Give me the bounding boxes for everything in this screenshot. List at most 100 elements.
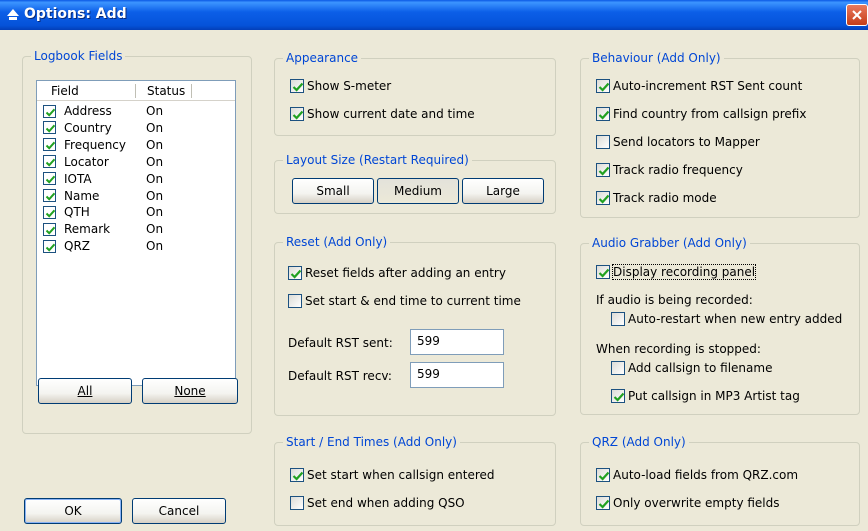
field-value: 599 xyxy=(417,367,440,381)
checkbox-label: Display recording panel xyxy=(611,264,757,280)
start-end-group: Start / End Times (Add Only) xyxy=(274,435,556,526)
title-bar[interactable]: Options: Add xyxy=(0,0,868,30)
checkbox-label: Put callsign in MP3 Artist tag xyxy=(628,389,800,403)
column-separator xyxy=(191,84,192,98)
auto-increment-checkbox[interactable]: Auto-increment RST Sent count xyxy=(596,79,802,93)
check-icon xyxy=(598,471,610,481)
list-item[interactable]: Address On xyxy=(43,103,233,119)
check-icon xyxy=(45,209,56,218)
qrz-group: QRZ (Add Only) xyxy=(580,435,860,526)
ok-button[interactable]: OK xyxy=(24,498,122,524)
row-checkbox[interactable] xyxy=(43,155,56,169)
check-icon xyxy=(598,268,610,278)
track-frequency-checkbox[interactable]: Track radio frequency xyxy=(596,163,743,177)
checkbox-box xyxy=(596,79,610,93)
field-name: Address xyxy=(64,104,112,118)
check-icon xyxy=(292,110,304,120)
field-name: QRZ xyxy=(64,239,91,254)
all-label: All xyxy=(77,384,93,398)
cancel-button[interactable]: Cancel xyxy=(132,498,226,524)
auto-restart-checkbox[interactable]: Auto-restart when new entry added xyxy=(611,312,842,326)
overwrite-empty-checkbox[interactable]: Only overwrite empty fields xyxy=(596,496,780,510)
group-title: Start / End Times (Add Only) xyxy=(283,435,460,449)
find-country-checkbox[interactable]: Find country from callsign prefix xyxy=(596,107,806,121)
button-label: Medium xyxy=(394,184,442,198)
layout-medium-button[interactable]: Medium xyxy=(377,178,459,204)
row-checkbox[interactable] xyxy=(43,222,56,236)
none-label: None xyxy=(174,384,206,398)
layout-large-button[interactable]: Large xyxy=(462,178,544,204)
check-icon xyxy=(292,82,304,92)
row-checkbox[interactable] xyxy=(43,172,56,186)
checkbox-box xyxy=(611,389,625,403)
row-checkbox[interactable] xyxy=(43,239,56,253)
group-title: Logbook Fields xyxy=(31,49,126,63)
rst-recv-label: Default RST recv: xyxy=(288,369,392,383)
checkbox-box xyxy=(290,107,304,121)
row-checkbox[interactable] xyxy=(43,189,56,202)
checkbox-label: Show S-meter xyxy=(307,79,392,93)
list-item[interactable]: Remark On xyxy=(43,221,233,237)
button-label: Small xyxy=(316,184,350,198)
field-status: On xyxy=(146,205,164,220)
auto-load-qrz-checkbox[interactable]: Auto-load fields from QRZ.com xyxy=(596,468,798,482)
checkbox-label: Track radio frequency xyxy=(613,163,743,177)
none-button[interactable]: None xyxy=(142,378,238,404)
reset-fields-checkbox[interactable]: Reset fields after adding an entry xyxy=(288,266,506,280)
field-name: Remark xyxy=(64,222,111,237)
list-header: Field Status xyxy=(37,81,235,101)
add-callsign-filename-checkbox[interactable]: Add callsign to filename xyxy=(611,361,772,375)
checkbox-box xyxy=(290,496,304,510)
logbook-fields-list[interactable]: Field Status Address On Country On Frequency… xyxy=(36,80,236,386)
checkbox-label: Set start when callsign entered xyxy=(307,468,495,482)
when-stopped-label: When recording is stopped: xyxy=(596,342,761,356)
field-status: On xyxy=(146,239,164,254)
display-recording-panel-checkbox[interactable]: Display recording panel xyxy=(596,264,757,280)
checkbox-box xyxy=(596,265,610,279)
field-value: 599 xyxy=(417,334,440,348)
column-header-status[interactable]: Status xyxy=(147,84,185,98)
row-checkbox[interactable] xyxy=(43,121,56,135)
checkbox-label: Find country from callsign prefix xyxy=(613,107,807,121)
checkbox-box xyxy=(611,361,625,375)
appearance-group: Appearance xyxy=(274,51,556,136)
check-icon xyxy=(290,269,302,279)
list-item[interactable]: Name On xyxy=(43,188,233,204)
layout-small-button[interactable]: Small xyxy=(292,178,374,204)
rst-sent-field[interactable]: 599 xyxy=(410,329,504,355)
checkbox-box xyxy=(596,135,610,149)
list-item[interactable]: IOTA On xyxy=(43,171,233,187)
track-mode-checkbox[interactable]: Track radio mode xyxy=(596,191,717,205)
row-checkbox[interactable] xyxy=(43,104,56,118)
checkbox-label: Add callsign to filename xyxy=(628,361,773,375)
list-item[interactable]: Frequency On xyxy=(43,137,233,153)
row-checkbox[interactable] xyxy=(43,138,56,152)
list-item[interactable]: Country On xyxy=(43,120,233,136)
set-start-end-checkbox[interactable]: Set start & end time to current time xyxy=(288,294,521,308)
rst-recv-field[interactable]: 599 xyxy=(410,362,504,388)
list-item[interactable]: Locator On xyxy=(43,154,233,170)
close-button[interactable] xyxy=(846,4,868,26)
check-icon xyxy=(45,243,56,252)
check-icon xyxy=(598,82,610,92)
show-datetime-checkbox[interactable]: Show current date and time xyxy=(290,107,475,121)
check-icon xyxy=(45,141,56,150)
row-checkbox[interactable] xyxy=(43,205,56,219)
put-callsign-mp3-checkbox[interactable]: Put callsign in MP3 Artist tag xyxy=(611,389,800,403)
checkbox-label: Track radio mode xyxy=(613,191,717,205)
checkbox-box xyxy=(611,312,625,326)
group-title: Behaviour (Add Only) xyxy=(589,51,724,65)
set-end-checkbox[interactable]: Set end when adding QSO xyxy=(290,496,465,510)
field-status: On xyxy=(146,222,164,237)
all-button[interactable]: All xyxy=(38,378,132,404)
checkbox-label: Auto-restart when new entry added xyxy=(628,312,843,326)
list-item[interactable]: QRZ On xyxy=(43,238,233,254)
send-locators-checkbox[interactable]: Send locators to Mapper xyxy=(596,135,760,149)
set-start-checkbox[interactable]: Set start when callsign entered xyxy=(290,468,495,482)
checkbox-label: Reset fields after adding an entry xyxy=(305,266,506,280)
list-item[interactable]: QTH On xyxy=(43,204,233,220)
check-icon xyxy=(598,499,610,509)
checkbox-label: Auto-increment RST Sent count xyxy=(613,79,803,93)
column-header-field[interactable]: Field xyxy=(51,84,79,98)
show-smeter-checkbox[interactable]: Show S-meter xyxy=(290,79,391,93)
